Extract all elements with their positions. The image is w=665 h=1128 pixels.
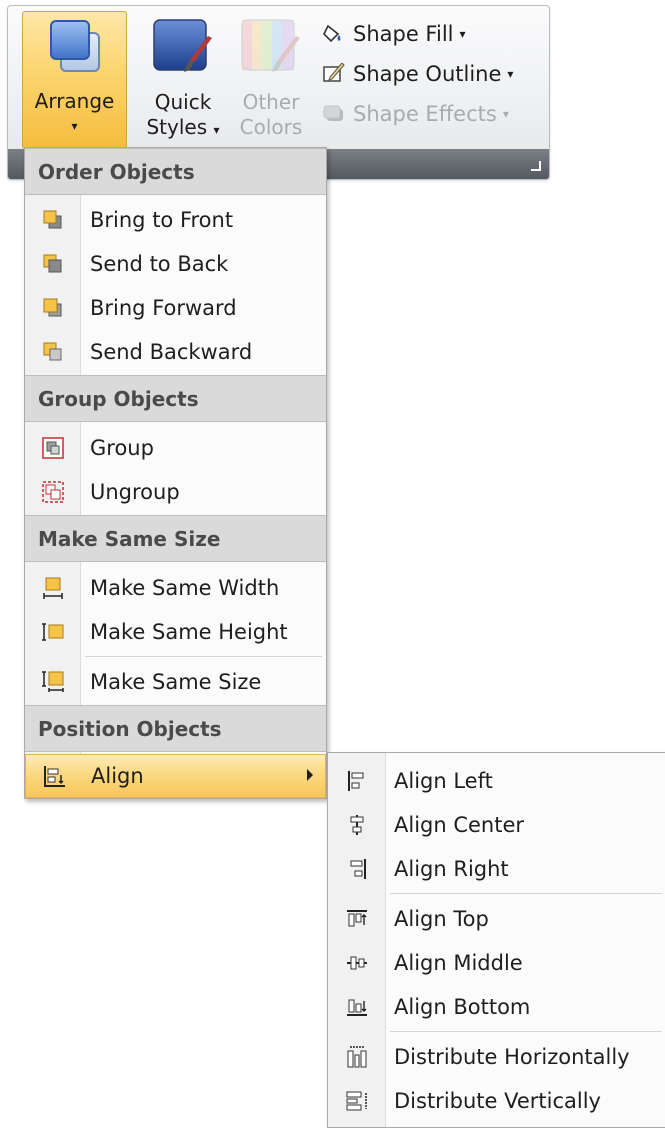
align-middle-icon bbox=[328, 953, 385, 973]
align-middle-item[interactable]: Align Middle bbox=[328, 941, 665, 985]
shape-outline-label: Shape Outline bbox=[353, 62, 502, 86]
align-left-icon bbox=[328, 770, 385, 792]
group-objects-header: Group Objects bbox=[25, 375, 326, 422]
distribute-horizontally-icon bbox=[328, 1045, 385, 1069]
make-same-size-label: Make Same Size bbox=[90, 670, 262, 694]
make-same-size-header: Make Same Size bbox=[25, 515, 326, 562]
align-center-item[interactable]: Align Center bbox=[328, 803, 665, 847]
align-label: Align bbox=[91, 764, 144, 788]
chevron-down-icon: ▾ bbox=[459, 27, 466, 41]
distribute-vertically-icon bbox=[328, 1090, 385, 1112]
make-same-height-label: Make Same Height bbox=[90, 620, 288, 644]
chevron-down-icon: ▾ bbox=[507, 67, 514, 81]
align-item[interactable]: Align bbox=[25, 754, 326, 798]
align-bottom-label: Align Bottom bbox=[394, 995, 531, 1019]
align-bottom-icon bbox=[328, 997, 385, 1017]
shape-effects-icon bbox=[321, 103, 347, 125]
arrange-button[interactable]: Arrange ▾ bbox=[22, 11, 127, 149]
same-height-icon bbox=[25, 622, 80, 642]
same-width-icon bbox=[25, 576, 80, 600]
align-right-item[interactable]: Align Right bbox=[328, 847, 665, 891]
send-to-back-label: Send to Back bbox=[90, 252, 229, 276]
shape-effects-label: Shape Effects bbox=[353, 102, 497, 126]
align-middle-label: Align Middle bbox=[394, 951, 523, 975]
other-colors-label-line1: Other bbox=[242, 90, 300, 114]
ungroup-label: Ungroup bbox=[90, 480, 180, 504]
distribute-vertically-item[interactable]: Distribute Vertically bbox=[328, 1079, 665, 1123]
align-bottom-item[interactable]: Align Bottom bbox=[328, 985, 665, 1029]
arrange-label: Arrange bbox=[34, 89, 115, 113]
bring-forward-item[interactable]: Bring Forward bbox=[25, 286, 326, 330]
same-size-icon bbox=[25, 670, 80, 694]
other-colors-label-line2: Colors bbox=[239, 115, 303, 139]
distribute-horizontally-item[interactable]: Distribute Horizontally bbox=[328, 1035, 665, 1079]
make-same-height-item[interactable]: Make Same Height bbox=[25, 610, 326, 654]
bring-to-front-label: Bring to Front bbox=[90, 208, 234, 232]
bring-forward-icon bbox=[25, 298, 80, 318]
send-to-back-icon bbox=[25, 254, 80, 274]
position-objects-header: Position Objects bbox=[25, 705, 326, 752]
quick-styles-label-line2: Styles bbox=[146, 115, 208, 139]
align-center-icon bbox=[328, 814, 385, 836]
chevron-down-icon: ▾ bbox=[502, 107, 509, 121]
distribute-vertically-label: Distribute Vertically bbox=[394, 1089, 601, 1113]
align-left-item[interactable]: Align Left bbox=[328, 759, 665, 803]
bring-forward-label: Bring Forward bbox=[90, 296, 237, 320]
align-right-icon bbox=[328, 858, 385, 880]
shape-fill-button[interactable]: Shape Fill ▾ bbox=[321, 14, 513, 54]
send-backward-label: Send Backward bbox=[90, 340, 253, 364]
make-same-width-item[interactable]: Make Same Width bbox=[25, 566, 326, 610]
chevron-down-icon: ▾ bbox=[213, 123, 220, 137]
shape-effects-button: Shape Effects ▾ bbox=[321, 94, 513, 134]
submenu-arrow-icon bbox=[307, 769, 313, 781]
shape-fill-label: Shape Fill bbox=[353, 22, 454, 46]
bring-to-front-icon bbox=[25, 210, 80, 230]
send-to-back-item[interactable]: Send to Back bbox=[25, 242, 326, 286]
align-submenu: Align Left Align Center Align Right Alig… bbox=[327, 752, 665, 1128]
menu-separator bbox=[390, 1031, 662, 1032]
chevron-down-icon: ▾ bbox=[71, 119, 78, 133]
send-backward-icon bbox=[25, 342, 80, 362]
pencil-outline-icon bbox=[321, 63, 347, 85]
send-backward-item[interactable]: Send Backward bbox=[25, 330, 326, 374]
quick-styles-button[interactable]: Quick Styles ▾ bbox=[140, 11, 226, 147]
align-top-item[interactable]: Align Top bbox=[328, 897, 665, 941]
menu-separator bbox=[85, 656, 322, 657]
distribute-horizontally-label: Distribute Horizontally bbox=[394, 1045, 630, 1069]
ungroup-item[interactable]: Ungroup bbox=[25, 470, 326, 514]
paint-bucket-icon bbox=[321, 22, 347, 46]
make-same-size-item[interactable]: Make Same Size bbox=[25, 660, 326, 704]
group-label: Group bbox=[90, 436, 154, 460]
order-objects-header: Order Objects bbox=[25, 148, 326, 195]
arrange-icon bbox=[47, 17, 103, 83]
dialog-launcher-icon[interactable] bbox=[531, 161, 541, 171]
align-top-label: Align Top bbox=[394, 907, 489, 931]
align-left-label: Align Left bbox=[394, 769, 493, 793]
menu-separator bbox=[390, 893, 662, 894]
group-icon bbox=[25, 436, 80, 460]
bring-to-front-item[interactable]: Bring to Front bbox=[25, 198, 326, 242]
other-colors-button: Other Colors bbox=[230, 11, 312, 147]
align-center-label: Align Center bbox=[394, 813, 525, 837]
quick-styles-label-line1: Quick bbox=[154, 90, 212, 114]
other-colors-icon bbox=[238, 16, 304, 84]
group-item[interactable]: Group bbox=[25, 426, 326, 470]
quick-styles-icon bbox=[150, 16, 216, 84]
align-icon bbox=[26, 764, 81, 788]
make-same-width-label: Make Same Width bbox=[90, 576, 280, 600]
shape-outline-button[interactable]: Shape Outline ▾ bbox=[321, 54, 513, 94]
align-top-icon bbox=[328, 909, 385, 929]
align-right-label: Align Right bbox=[394, 857, 509, 881]
arrange-dropdown-menu: Order Objects Bring to Front Send to Bac… bbox=[24, 147, 327, 799]
ungroup-icon bbox=[25, 480, 80, 504]
